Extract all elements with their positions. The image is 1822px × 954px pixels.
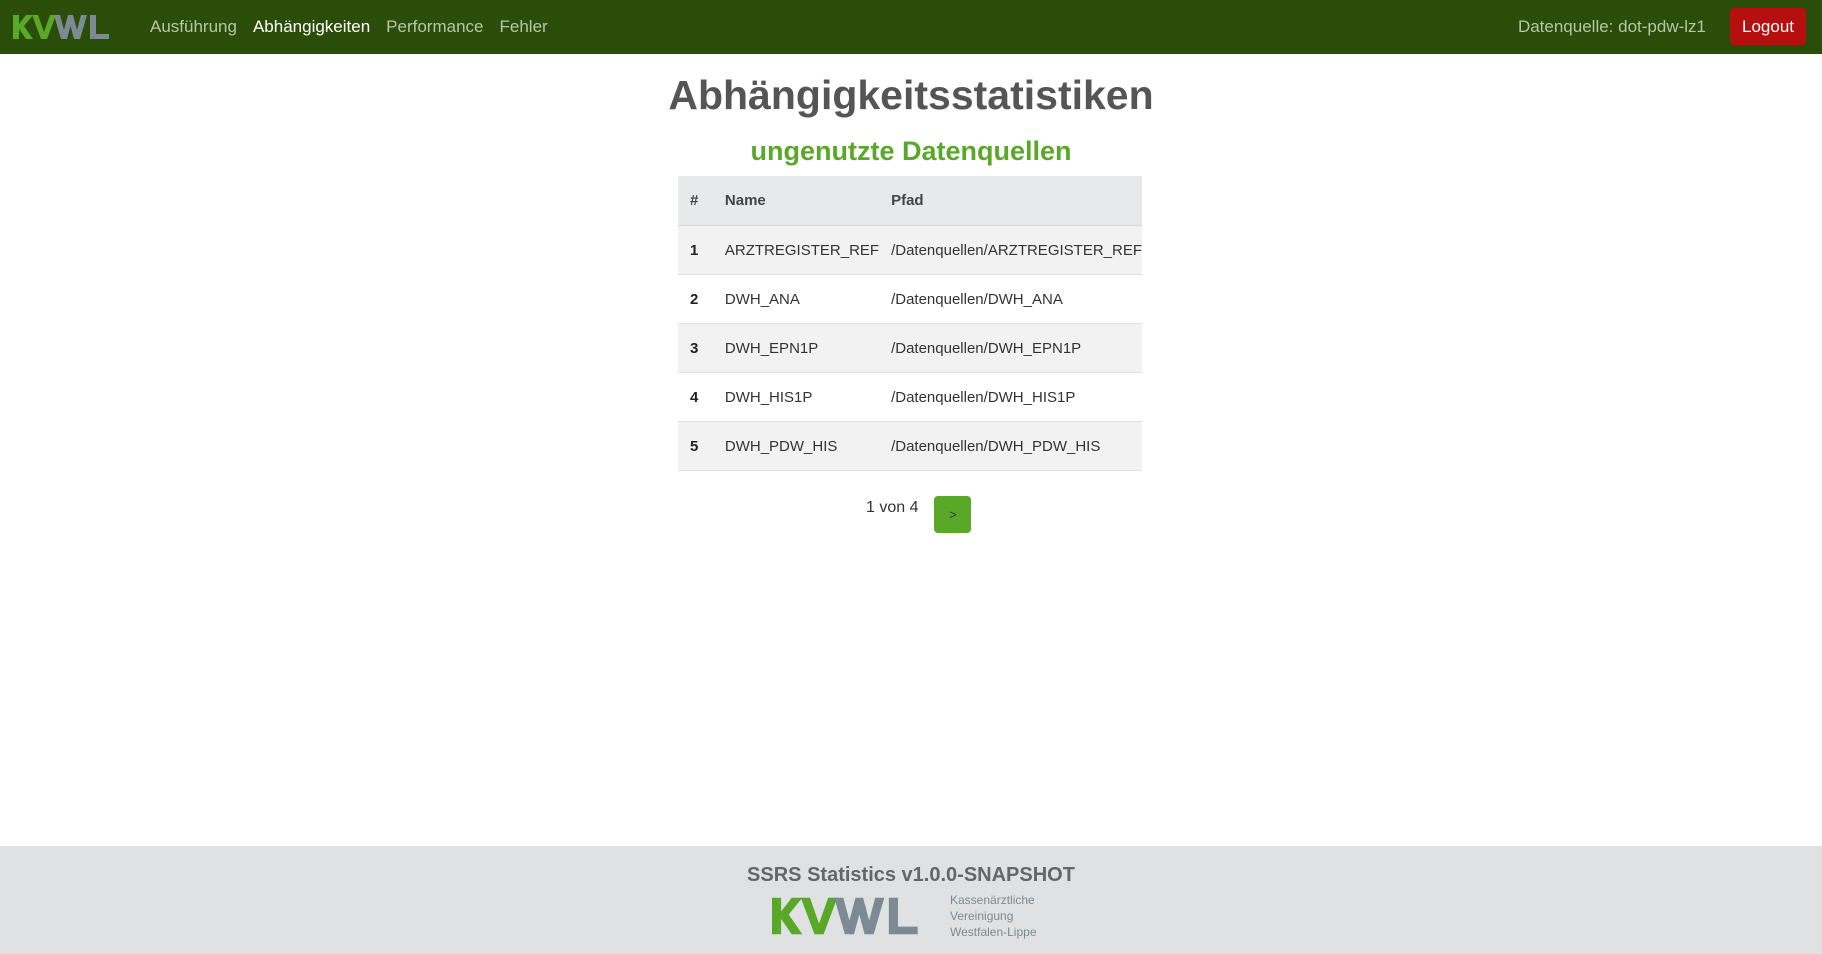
unused-datasources-table: # Name Pfad 1 ARZTREGISTER_REF /Datenque… [678,176,1142,471]
row-name: ARZTREGISTER_REF [712,225,880,275]
row-number: 5 [678,421,713,471]
footer-app-version: SSRS Statistics v1.0.0-SNAPSHOT [747,864,1075,886]
org-line: Kassenärztliche [950,893,1035,907]
column-header-name: Name [712,176,880,226]
pagination: 1 von 4 > [866,496,972,533]
row-name: DWH_EPN1P [712,323,880,373]
row-name: DWH_HIS1P [712,372,880,422]
page-info: 1 von 4 [866,498,919,516]
kvwl-footer-logo-icon [772,897,918,935]
row-number: 4 [678,372,713,422]
section-title: ungenutzte Datenquellen [750,136,1072,166]
row-path: /Datenquellen/DWH_EPN1P [879,323,1142,373]
org-line: Westfalen-Lippe [950,925,1037,939]
nav-link-abhaengigkeiten[interactable]: Abhängigkeiten [253,17,370,37]
footer-logo: Kassenärztliche Vereinigung Westfalen-Li… [772,892,1037,940]
table-row: 2 DWH_ANA /Datenquellen/DWH_ANA [678,274,1142,324]
page-title: Abhängigkeitsstatistiken [668,72,1154,118]
row-path: /Datenquellen/DWH_PDW_HIS [879,421,1142,471]
table-header-row: # Name Pfad [678,176,1142,226]
org-line: Vereinigung [950,909,1014,923]
row-name: DWH_ANA [712,274,880,324]
top-navbar: Ausführung Abhängigkeiten Performance Fe… [0,0,1822,54]
table-row: 5 DWH_PDW_HIS /Datenquellen/DWH_PDW_HIS [678,421,1142,471]
table-row: 1 ARZTREGISTER_REF /Datenquellen/ARZTREG… [678,225,1142,275]
page: Ausführung Abhängigkeiten Performance Fe… [0,0,1822,954]
nav-link-fehler[interactable]: Fehler [500,17,548,37]
footer: SSRS Statistics v1.0.0-SNAPSHOT Kassenär… [0,846,1822,954]
row-path: /Datenquellen/DWH_HIS1P [879,372,1142,422]
next-page-button[interactable]: > [934,496,972,533]
main-nav: Ausführung Abhängigkeiten Performance Fe… [150,0,564,54]
column-header-number: # [678,176,713,226]
table-row: 3 DWH_EPN1P /Datenquellen/DWH_EPN1P [678,323,1142,373]
nav-link-performance[interactable]: Performance [386,17,483,37]
footer-org-name: Kassenärztliche Vereinigung Westfalen-Li… [950,892,1037,940]
table-row: 4 DWH_HIS1P /Datenquellen/DWH_HIS1P [678,372,1142,422]
datasource-label: Datenquelle: dot-pdw-lz1 [1517,17,1706,36]
row-name: DWH_PDW_HIS [712,421,880,471]
column-header-path: Pfad [879,176,1142,226]
nav-link-ausfuehrung[interactable]: Ausführung [150,17,237,37]
row-path: /Datenquellen/DWH_ANA [879,274,1142,324]
kvwl-logo-icon [13,15,109,39]
logout-button[interactable]: Logout [1730,8,1806,45]
row-number: 2 [678,274,713,324]
row-number: 1 [678,225,713,275]
row-number: 3 [678,323,713,373]
row-path: /Datenquellen/ARZTREGISTER_REF [879,225,1142,275]
brand-logo[interactable] [13,9,125,45]
